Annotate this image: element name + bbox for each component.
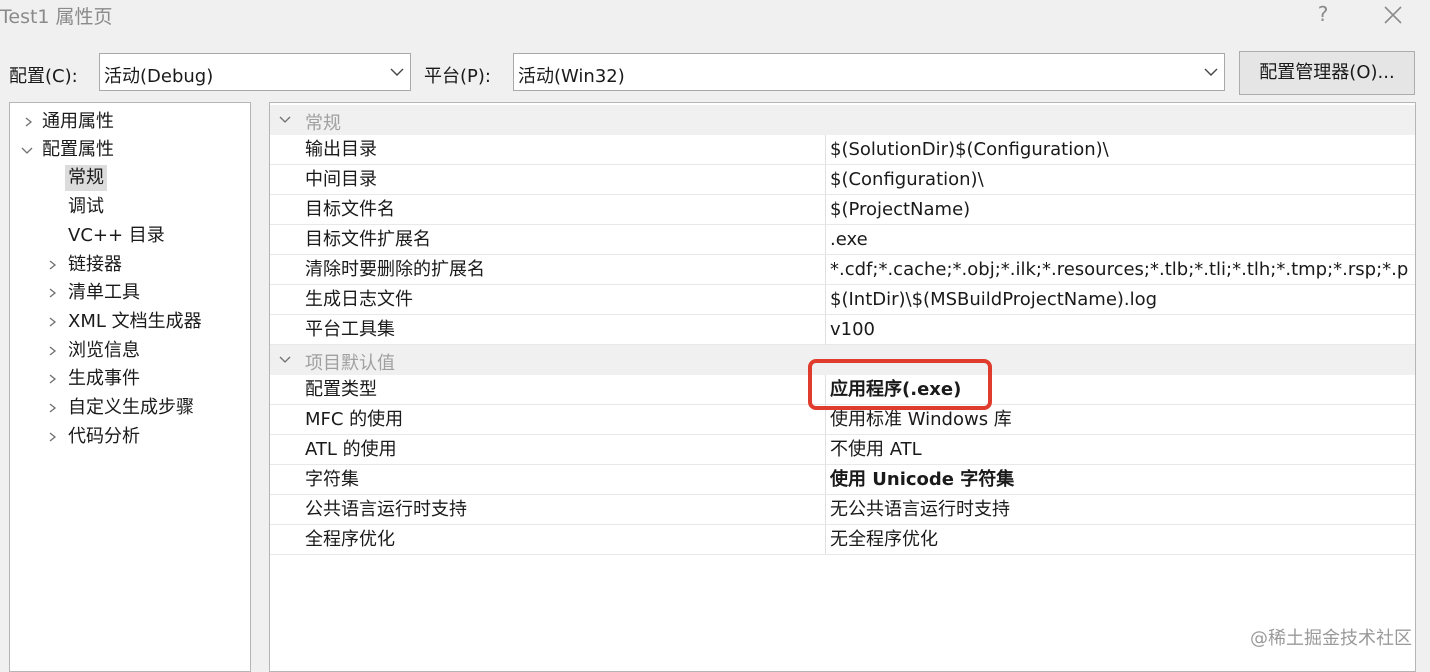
tree-item-label: 常规 [65, 165, 107, 191]
window-title: Test1 属性页 [0, 6, 113, 28]
annotation-highlight-box [808, 359, 992, 410]
property-row[interactable]: 清除时要删除的扩展名 *.cdf;*.cache;*.obj;*.ilk;*.r… [270, 255, 1415, 285]
tree-item-label: VC++ 目录 [68, 225, 165, 246]
tree-item-label: 调试 [68, 196, 104, 217]
tree-item-code-analysis[interactable]: 代码分析 [10, 424, 250, 450]
tree-item-label: 配置属性 [42, 139, 114, 160]
chevron-down-icon [390, 68, 404, 76]
chevron-right-icon [49, 317, 57, 327]
chevron-right-icon [49, 346, 57, 356]
tree-item-config-properties[interactable]: 配置属性 [10, 137, 250, 163]
config-label: 配置(C): [9, 66, 78, 87]
property-row[interactable]: 目标文件扩展名 .exe [270, 225, 1415, 255]
platform-label: 平台(P): [424, 66, 491, 87]
chevron-down-icon [21, 147, 33, 154]
config-select-value: 活动(Debug) [104, 66, 214, 87]
config-select[interactable]: 活动(Debug) [99, 53, 411, 91]
property-name: MFC 的使用 [270, 405, 825, 435]
tree-item-vc-directories[interactable]: VC++ 目录 [10, 223, 250, 249]
category-general[interactable]: 常规 [270, 105, 1415, 135]
property-name: 公共语言运行时支持 [270, 495, 825, 525]
property-row[interactable]: 生成日志文件 $(IntDir)\$(MSBuildProjectName).l… [270, 285, 1415, 315]
property-row[interactable]: 平台工具集 v100 [270, 315, 1415, 345]
title-bar: Test1 属性页 ? [0, 0, 1430, 34]
property-name: 生成日志文件 [270, 285, 825, 315]
property-row[interactable]: 目标文件名 $(ProjectName) [270, 195, 1415, 225]
property-name: 目标文件扩展名 [270, 225, 825, 255]
property-name: 字符集 [270, 465, 825, 495]
property-row[interactable]: 输出目录 $(SolutionDir)$(Configuration)\ [270, 135, 1415, 165]
platform-select[interactable]: 活动(Win32) [513, 53, 1225, 91]
chevron-right-icon [49, 288, 57, 298]
chevron-right-icon [49, 260, 57, 270]
help-button[interactable]: ? [1308, 0, 1338, 30]
tree-item-label: 生成事件 [68, 368, 140, 389]
property-value[interactable]: 无公共语言运行时支持 [825, 495, 1415, 525]
chevron-right-icon [49, 374, 57, 384]
property-value[interactable]: 不使用 ATL [825, 435, 1415, 465]
property-value[interactable]: 使用 Unicode 字符集 [825, 465, 1415, 495]
property-value[interactable]: $(SolutionDir)$(Configuration)\ [825, 135, 1415, 165]
tree-item-manifest-tool[interactable]: 清单工具 [10, 280, 250, 306]
property-value[interactable]: $(ProjectName) [825, 195, 1415, 225]
property-name: 平台工具集 [270, 315, 825, 345]
property-row[interactable]: 字符集 使用 Unicode 字符集 [270, 465, 1415, 495]
tree-item-label: 链接器 [68, 254, 122, 275]
close-icon [1384, 6, 1402, 24]
property-row[interactable]: 中间目录 $(Configuration)\ [270, 165, 1415, 195]
property-value[interactable]: $(Configuration)\ [825, 165, 1415, 195]
chevron-right-icon [49, 403, 57, 413]
tree-item-label: 清单工具 [68, 282, 140, 303]
watermark: @稀土掘金技术社区 [1250, 628, 1412, 649]
tree-item-browse-info[interactable]: 浏览信息 [10, 338, 250, 364]
configuration-manager-button[interactable]: 配置管理器(O)... [1239, 51, 1415, 95]
property-value[interactable]: .exe [825, 225, 1415, 255]
property-value[interactable]: 无全程序优化 [825, 525, 1415, 555]
tree-item-xml-doc-generator[interactable]: XML 文档生成器 [10, 309, 250, 335]
tree-item-label: 通用属性 [42, 111, 114, 132]
property-value[interactable]: *.cdf;*.cache;*.obj;*.ilk;*.resources;*.… [825, 255, 1415, 285]
property-name: 输出目录 [270, 135, 825, 165]
close-button[interactable] [1378, 0, 1408, 30]
tree-item-linker[interactable]: 链接器 [10, 252, 250, 278]
chevron-right-icon [25, 117, 33, 127]
tree-item-build-events[interactable]: 生成事件 [10, 366, 250, 392]
property-row[interactable]: ATL 的使用 不使用 ATL [270, 435, 1415, 465]
tree-item-label: 浏览信息 [68, 340, 140, 361]
property-row[interactable]: 全程序优化 无全程序优化 [270, 525, 1415, 555]
chevron-down-icon [279, 116, 291, 123]
property-name: 目标文件名 [270, 195, 825, 225]
property-value[interactable]: v100 [825, 315, 1415, 345]
category-label: 常规 [305, 113, 341, 134]
property-value[interactable]: $(IntDir)\$(MSBuildProjectName).log [825, 285, 1415, 315]
tree-item-common-properties[interactable]: 通用属性 [10, 109, 250, 135]
property-name: 清除时要删除的扩展名 [270, 255, 825, 285]
property-name: 全程序优化 [270, 525, 825, 555]
category-label: 项目默认值 [305, 353, 395, 374]
property-name: 配置类型 [270, 375, 825, 405]
chevron-right-icon [49, 432, 57, 442]
chevron-down-icon [279, 356, 291, 363]
property-name: 中间目录 [270, 165, 825, 195]
property-row[interactable]: 公共语言运行时支持 无公共语言运行时支持 [270, 495, 1415, 525]
tree-item-debugging[interactable]: 调试 [10, 194, 250, 220]
property-tree: 通用属性 配置属性 常规 调试 VC++ 目录 链接器 清单工具 XML 文档生… [9, 102, 251, 672]
tree-item-label: XML 文档生成器 [68, 311, 202, 332]
tree-item-label: 自定义生成步骤 [68, 397, 194, 418]
platform-select-value: 活动(Win32) [518, 66, 625, 87]
chevron-down-icon [1204, 68, 1218, 76]
property-name: ATL 的使用 [270, 435, 825, 465]
tree-item-general[interactable]: 常规 [10, 165, 250, 191]
tree-item-custom-build-step[interactable]: 自定义生成步骤 [10, 395, 250, 421]
tree-item-label: 代码分析 [68, 426, 140, 447]
